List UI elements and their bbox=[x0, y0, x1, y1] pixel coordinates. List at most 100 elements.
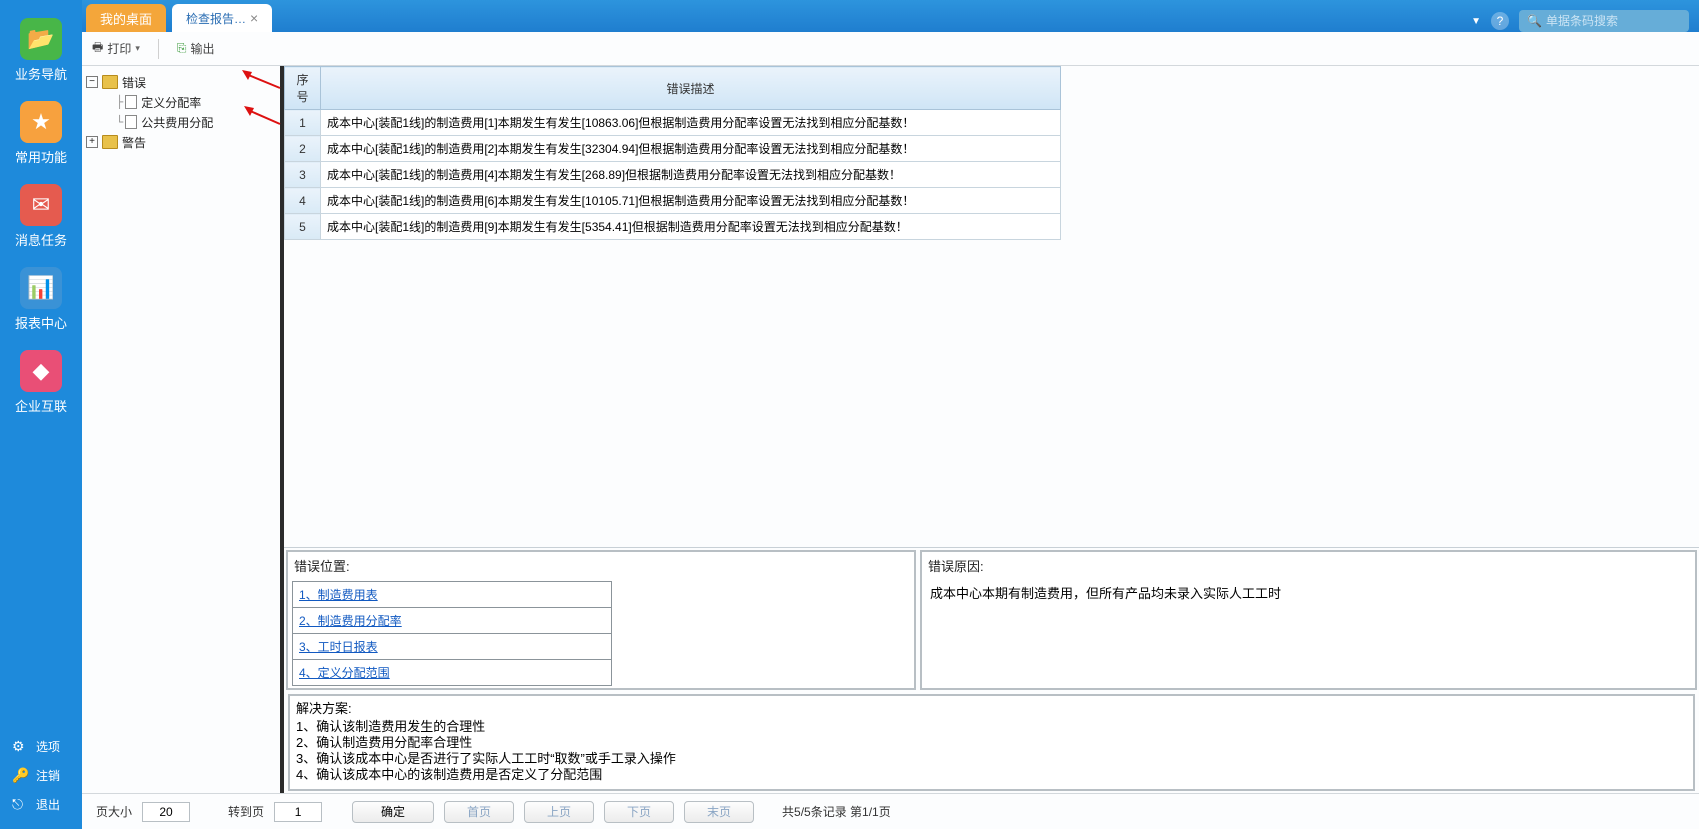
table-row[interactable]: 2成本中心[装配1线]的制造费用[2]本期发生有发生[32304.94]但根据制… bbox=[285, 136, 1061, 162]
nav-label: 报表中心 bbox=[15, 313, 67, 332]
row-desc: 成本中心[装配1线]的制造费用[1]本期发生有发生[10863.06]但根据制造… bbox=[321, 110, 1061, 136]
nav-label: 消息任务 bbox=[15, 230, 67, 249]
nav-label: 业务导航 bbox=[15, 64, 67, 83]
solution-line: 2、确认制造费用分配率合理性 bbox=[296, 735, 1687, 751]
solution-line: 1、确认该制造费用发生的合理性 bbox=[296, 719, 1687, 735]
row-seq: 1 bbox=[285, 110, 321, 136]
right-pane: 序号 错误描述 1成本中心[装配1线]的制造费用[1]本期发生有发生[10863… bbox=[284, 66, 1699, 793]
tree-connector: ├ bbox=[116, 95, 123, 109]
options-label: 选项 bbox=[36, 738, 60, 755]
next-page-button[interactable]: 下页 bbox=[604, 801, 674, 823]
gear-icon: ⚙ bbox=[12, 738, 30, 755]
folder-icon bbox=[102, 135, 118, 149]
connect-icon: ◆ bbox=[20, 350, 62, 392]
tab-report[interactable]: 检查报告… × bbox=[172, 4, 272, 32]
exit-button[interactable]: ⎋退出 bbox=[0, 790, 82, 819]
page-size-input[interactable] bbox=[142, 802, 190, 822]
solution-line: 3、确认该成本中心是否进行了实际人工工时“取数”或手工录入操作 bbox=[296, 751, 1687, 767]
row-desc: 成本中心[装配1线]的制造费用[9]本期发生有发生[5354.41]但根据制造费… bbox=[321, 214, 1061, 240]
confirm-button[interactable]: 确定 bbox=[352, 801, 434, 823]
first-page-button[interactable]: 首页 bbox=[444, 801, 514, 823]
solution-title: 解决方案: bbox=[296, 698, 1687, 717]
chevron-down-icon[interactable]: ▼ bbox=[1471, 16, 1481, 27]
mail-icon: ✉ bbox=[20, 184, 62, 226]
main-area: 我的桌面 检查报告… × ▼ ? 🔍 🖶 打印 ▾ ⎘ 输出 bbox=[82, 0, 1699, 829]
location-link[interactable]: 3、工时日报表 bbox=[299, 640, 378, 654]
table-row[interactable]: 1成本中心[装配1线]的制造费用[1]本期发生有发生[10863.06]但根据制… bbox=[285, 110, 1061, 136]
row-seq: 3 bbox=[285, 162, 321, 188]
goto-page-input[interactable] bbox=[274, 802, 322, 822]
nav-favorites[interactable]: ★ 常用功能 bbox=[0, 91, 82, 174]
prev-page-button[interactable]: 上页 bbox=[524, 801, 594, 823]
lower-panels: 错误位置: 1、制造费用表2、制造费用分配率3、工时日报表4、定义分配范围 错误… bbox=[284, 547, 1699, 692]
close-icon[interactable]: × bbox=[250, 10, 264, 24]
col-seq[interactable]: 序号 bbox=[285, 67, 321, 110]
row-seq: 2 bbox=[285, 136, 321, 162]
col-desc[interactable]: 错误描述 bbox=[321, 67, 1061, 110]
page-summary: 共5/5条记录 第1/1页 bbox=[782, 803, 891, 820]
search-icon: 🔍 bbox=[1527, 14, 1542, 28]
search-input[interactable] bbox=[1546, 14, 1681, 28]
nav-business[interactable]: 📂 业务导航 bbox=[0, 8, 82, 91]
barcode-search[interactable]: 🔍 bbox=[1519, 10, 1689, 32]
table-row[interactable]: 3成本中心[装配1线]的制造费用[4]本期发生有发生[268.89]但根据制造费… bbox=[285, 162, 1061, 188]
location-table: 1、制造费用表 2、制造费用分配率 3、工时日报表 4、定义分配范围 bbox=[292, 581, 612, 686]
nav-enterprise[interactable]: ◆ 企业互联 bbox=[0, 340, 82, 423]
export-button[interactable]: ⎘ 输出 bbox=[177, 40, 215, 57]
error-table-wrap: 序号 错误描述 1成本中心[装配1线]的制造费用[1]本期发生有发生[10863… bbox=[284, 66, 1699, 240]
tree-pane: − 错误 ├ 定义分配率 └ 公共费用分配 + 警告 bbox=[82, 66, 284, 793]
row-seq: 5 bbox=[285, 214, 321, 240]
print-button[interactable]: 🖶 打印 ▾ bbox=[92, 38, 140, 59]
row-seq: 4 bbox=[285, 188, 321, 214]
folder-icon bbox=[102, 75, 118, 89]
row-desc: 成本中心[装配1线]的制造费用[2]本期发生有发生[32304.94]但根据制造… bbox=[321, 136, 1061, 162]
row-desc: 成本中心[装配1线]的制造费用[6]本期发生有发生[10105.71]但根据制造… bbox=[321, 188, 1061, 214]
tree-item-public-cost[interactable]: └ 公共费用分配 bbox=[116, 112, 276, 132]
tree-item-alloc-rate[interactable]: ├ 定义分配率 bbox=[116, 92, 276, 112]
table-row[interactable]: 5成本中心[装配1线]的制造费用[9]本期发生有发生[5354.41]但根据制造… bbox=[285, 214, 1061, 240]
toolbar: 🖶 打印 ▾ ⎘ 输出 bbox=[82, 32, 1699, 66]
tree-errors-node[interactable]: − 错误 bbox=[86, 72, 276, 92]
tree-item-label: 定义分配率 bbox=[141, 94, 201, 111]
error-reason-panel: 错误原因: 成本中心本期有制造费用，但所有产品均未录入实际人工工时 bbox=[920, 550, 1697, 690]
topbar-right: ▼ ? 🔍 bbox=[1471, 10, 1699, 32]
solution-panel: 解决方案: 1、确认该制造费用发生的合理性2、确认制造费用分配率合理性3、确认该… bbox=[288, 694, 1695, 791]
help-icon[interactable]: ? bbox=[1491, 12, 1509, 30]
chart-icon: 📊 bbox=[20, 267, 62, 309]
expand-icon[interactable]: + bbox=[86, 136, 98, 148]
key-icon: 🔑 bbox=[12, 767, 30, 784]
printer-icon: 🖶 bbox=[92, 38, 103, 59]
nav-reports[interactable]: 📊 报表中心 bbox=[0, 257, 82, 340]
solution-line: 4、确认该成本中心的该制造费用是否定义了分配范围 bbox=[296, 767, 1687, 783]
pager-bar: 页大小 转到页 确定 首页 上页 下页 末页 共5/5条记录 第1/1页 bbox=[82, 793, 1699, 829]
table-row[interactable]: 4成本中心[装配1线]的制造费用[6]本期发生有发生[10105.71]但根据制… bbox=[285, 188, 1061, 214]
error-location-panel: 错误位置: 1、制造费用表2、制造费用分配率3、工时日报表4、定义分配范围 bbox=[286, 550, 916, 690]
separator bbox=[158, 39, 159, 59]
tab-report-label: 检查报告… bbox=[186, 10, 246, 27]
star-icon: ★ bbox=[20, 101, 62, 143]
location-link[interactable]: 2、制造费用分配率 bbox=[299, 614, 402, 628]
row-desc: 成本中心[装配1线]的制造费用[4]本期发生有发生[268.89]但根据制造费用… bbox=[321, 162, 1061, 188]
page-size-label: 页大小 bbox=[96, 803, 132, 820]
nav-label: 企业互联 bbox=[15, 396, 67, 415]
tab-desktop[interactable]: 我的桌面 bbox=[86, 4, 166, 32]
last-page-button[interactable]: 末页 bbox=[684, 801, 754, 823]
folder-icon: 📂 bbox=[20, 18, 62, 60]
reason-body: 成本中心本期有制造费用，但所有产品均未录入实际人工工时 bbox=[922, 579, 1695, 606]
tree-warnings-node[interactable]: + 警告 bbox=[86, 132, 276, 152]
reason-title: 错误原因: bbox=[922, 552, 1695, 579]
document-icon bbox=[125, 115, 137, 129]
options-button[interactable]: ⚙ 选项 bbox=[0, 732, 82, 761]
collapse-icon[interactable]: − bbox=[86, 76, 98, 88]
exit-icon: ⎋ bbox=[12, 796, 30, 813]
document-icon bbox=[125, 95, 137, 109]
logout-button[interactable]: 🔑注销 bbox=[0, 761, 82, 790]
location-link[interactable]: 4、定义分配范围 bbox=[299, 666, 390, 680]
sidebar-bottom: ⚙ 选项 🔑注销 ⎋退出 bbox=[0, 732, 82, 829]
tab-bar: 我的桌面 检查报告… × ▼ ? 🔍 bbox=[82, 0, 1699, 32]
tree-item-label: 公共费用分配 bbox=[141, 114, 213, 131]
content-area: − 错误 ├ 定义分配率 └ 公共费用分配 + 警告 bbox=[82, 66, 1699, 793]
location-link[interactable]: 1、制造费用表 bbox=[299, 588, 378, 602]
export-icon: ⎘ bbox=[177, 41, 187, 56]
nav-messages[interactable]: ✉ 消息任务 bbox=[0, 174, 82, 257]
